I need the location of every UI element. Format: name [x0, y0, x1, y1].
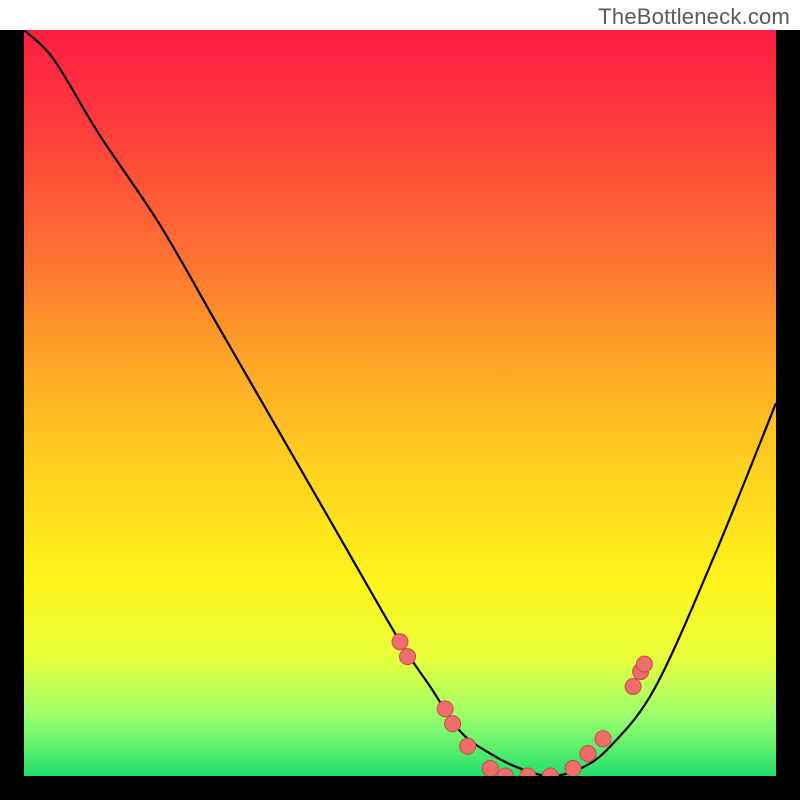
- data-marker: [625, 678, 641, 694]
- data-marker: [437, 701, 453, 717]
- plot-area: [24, 30, 776, 776]
- attribution-text: TheBottleneck.com: [598, 4, 790, 30]
- plot-frame: [0, 30, 800, 800]
- data-marker: [482, 761, 498, 776]
- data-marker: [497, 768, 513, 776]
- data-marker: [392, 634, 408, 650]
- data-marker: [636, 656, 652, 672]
- marker-group: [392, 634, 652, 776]
- data-marker: [580, 746, 596, 762]
- data-marker: [542, 768, 558, 776]
- data-marker: [400, 649, 416, 665]
- data-marker: [445, 716, 461, 732]
- data-marker: [565, 761, 581, 776]
- data-marker: [460, 738, 476, 754]
- data-marker: [595, 731, 611, 747]
- bottleneck-curve-path: [24, 30, 776, 776]
- chart-svg: [24, 30, 776, 776]
